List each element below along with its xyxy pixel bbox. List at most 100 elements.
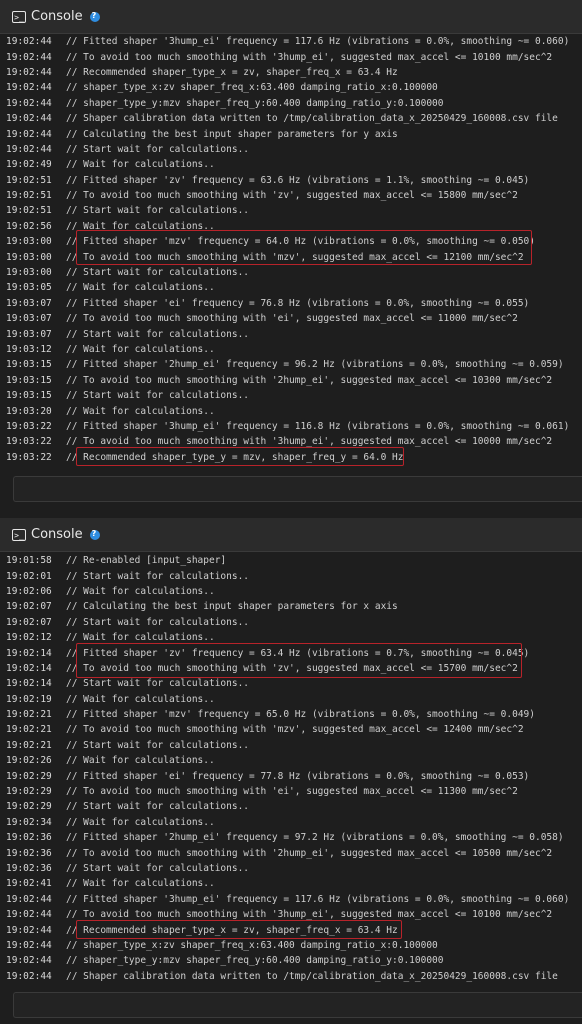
log-timestamp: 19:03:00 — [6, 267, 52, 279]
log-timestamp: 19:02:14 — [6, 662, 52, 674]
log-line: 19:02:29 // To avoid too much smoothing w… — [0, 784, 582, 799]
log-message: // shaper_type_y:mzv shaper_freq_y:60.40… — [66, 955, 444, 967]
help-icon[interactable] — [89, 529, 100, 540]
log-message: // To avoid too much smoothing with 'ei'… — [66, 313, 518, 325]
log-timestamp: 19:02:19 — [6, 693, 52, 705]
log-timestamp: 19:03:22 — [6, 420, 52, 432]
log-line: 19:02:44 // Shaper calibration data writt… — [0, 969, 582, 984]
log-line: 19:02:44 // shaper_type_y:mzv shaper_freq… — [0, 96, 582, 111]
log-message: // To avoid too much smoothing with 'zv'… — [66, 190, 518, 202]
console-header: >_ Console — [0, 518, 582, 552]
log-message: // Wait for calculations.. — [66, 344, 215, 355]
log-message: // Wait for calculations.. — [66, 405, 215, 417]
log-message: // Fitted shaper 'mzv' frequency = 65.0 … — [66, 709, 535, 721]
log-message: // Wait for calculations.. — [66, 693, 215, 705]
log-line: 19:02:44 // Shaper calibration data writt… — [0, 111, 582, 126]
log-message: // Fitted shaper 'ei' frequency = 76.8 H… — [66, 297, 530, 309]
log-timestamp: 19:02:44 — [6, 970, 52, 982]
log-line: 19:02:14 // Start wait for calculations.. — [0, 676, 582, 691]
log-timestamp: 19:02:29 — [6, 786, 52, 798]
log-timestamp: 19:03:15 — [6, 359, 52, 371]
log-line: 19:02:44 // shaper_type_x:zv shaper_freq_… — [0, 938, 582, 953]
log-timestamp: 19:03:12 — [6, 344, 52, 355]
log-timestamp: 19:03:22 — [6, 436, 52, 448]
log-line: 19:02:44 // Recommended shaper_type_x = z… — [0, 65, 582, 80]
log-timestamp: 19:01:58 — [6, 555, 52, 567]
log-message: // Start wait for calculations.. — [66, 801, 250, 813]
log-line: 19:02:26 // Wait for calculations.. — [0, 753, 582, 768]
log-message: // To avoid too much smoothing with '3hu… — [66, 436, 553, 448]
log-timestamp: 19:02:14 — [6, 678, 52, 690]
console-header: >_ Console — [0, 0, 582, 34]
log-message: // Start wait for calculations.. — [66, 678, 250, 690]
log-timestamp: 19:02:51 — [6, 205, 52, 217]
log-message: // shaper_type_x:zv shaper_freq_x:63.400… — [66, 82, 438, 94]
log-line: 19:03:07 // To avoid too much smoothing w… — [0, 311, 582, 326]
log-line: 19:03:12 // Wait for calculations.. — [0, 342, 582, 357]
terminal-icon: >_ — [12, 528, 26, 541]
log-timestamp: 19:03:20 — [6, 405, 52, 417]
log-message: // To avoid too much smoothing with 'mzv… — [66, 724, 524, 736]
log-line: 19:02:06 // Wait for calculations.. — [0, 584, 582, 599]
log-timestamp: 19:02:07 — [6, 616, 52, 628]
log-timestamp: 19:03:07 — [6, 297, 52, 309]
log-line: 19:03:15 // To avoid too much smoothing w… — [0, 373, 582, 388]
console-title: Console — [31, 527, 83, 542]
log-line: 19:02:51 // Fitted shaper 'zv' frequency … — [0, 173, 582, 188]
log-line: 19:02:36 // Fitted shaper '2hump_ei' freq… — [0, 830, 582, 845]
log-message: // Start wait for calculations.. — [66, 143, 250, 155]
log-line: 19:02:44 // shaper_type_y:mzv shaper_freq… — [0, 953, 582, 968]
log-timestamp: 19:02:44 — [6, 128, 52, 140]
log-message: // Start wait for calculations.. — [66, 267, 250, 279]
log-message: // Fitted shaper '3hump_ei' frequency = … — [66, 420, 570, 432]
log-message: // Re-enabled [input_shaper] — [66, 555, 227, 567]
highlight-box-recommended-x — [76, 920, 402, 939]
log-message: // Fitted shaper '2hump_ei' frequency = … — [66, 832, 564, 844]
terminal-icon: >_ — [12, 10, 26, 23]
log-timestamp: 19:02:07 — [6, 601, 52, 613]
log-line: 19:02:41 // Wait for calculations.. — [0, 876, 582, 891]
log-message: // To avoid too much smoothing with 'ei'… — [66, 786, 518, 798]
log-message: // Start wait for calculations.. — [66, 390, 250, 402]
log-timestamp: 19:02:41 — [6, 878, 52, 890]
log-timestamp: 19:02:44 — [6, 909, 52, 921]
log-line: 19:02:49 // Wait for calculations.. — [0, 157, 582, 172]
log-message: // Fitted shaper 'zv' frequency = 63.6 H… — [66, 174, 530, 186]
log-message: // Shaper calibration data written to /t… — [66, 970, 558, 982]
log-message: // Start wait for calculations.. — [66, 328, 250, 340]
log-message: // Wait for calculations.. — [66, 816, 215, 828]
log-message: // Wait for calculations.. — [66, 632, 215, 644]
log-line: 19:02:44 // Fitted shaper '3hump_ei' freq… — [0, 34, 582, 49]
console-panel-bottom: >_ Console 19:01:58 // Re-enabled [input_… — [0, 512, 582, 1024]
help-icon[interactable] — [89, 11, 100, 22]
log-line: 19:03:00 // Start wait for calculations.. — [0, 265, 582, 280]
log-message: // Start wait for calculations.. — [66, 616, 250, 628]
console-panel-top: >_ Console 19:02:44 // Fitted shaper '3hu… — [0, 0, 582, 512]
console-command-input[interactable] — [13, 476, 582, 502]
log-line: 19:02:44 // Fitted shaper '3hump_ei' freq… — [0, 892, 582, 907]
log-line: 19:01:58 // Re-enabled [input_shaper] — [0, 553, 582, 568]
log-line: 19:02:51 // Start wait for calculations.. — [0, 203, 582, 218]
log-message: // Wait for calculations.. — [66, 585, 215, 597]
log-message: // Shaper calibration data written to /t… — [66, 113, 558, 125]
log-message: // Fitted shaper '3hump_ei' frequency = … — [66, 893, 570, 905]
log-timestamp: 19:02:14 — [6, 647, 52, 659]
log-line: 19:03:07 // Start wait for calculations.. — [0, 326, 582, 341]
log-timestamp: 19:03:22 — [6, 451, 52, 463]
log-line: 19:02:34 // Wait for calculations.. — [0, 815, 582, 830]
log-message: // Recommended shaper_type_x = zv, shape… — [66, 66, 398, 78]
log-message: // Start wait for calculations.. — [66, 863, 250, 874]
console-command-input[interactable] — [13, 992, 582, 1018]
log-message: // To avoid too much smoothing with '2hu… — [66, 847, 553, 859]
log-message: // shaper_type_x:zv shaper_freq_x:63.400… — [66, 939, 438, 951]
log-timestamp: 19:02:36 — [6, 832, 52, 844]
log-timestamp: 19:02:51 — [6, 174, 52, 186]
log-timestamp: 19:02:44 — [6, 955, 52, 967]
log-line: 19:02:21 // Fitted shaper 'mzv' frequency… — [0, 707, 582, 722]
log-line: 19:03:22 // Fitted shaper '3hump_ei' freq… — [0, 419, 582, 434]
log-line: 19:02:51 // To avoid too much smoothing w… — [0, 188, 582, 203]
log-message: // Calculating the best input shaper par… — [66, 128, 398, 140]
log-timestamp: 19:02:21 — [6, 724, 52, 736]
log-timestamp: 19:02:44 — [6, 893, 52, 905]
log-timestamp: 19:02:44 — [6, 113, 52, 125]
